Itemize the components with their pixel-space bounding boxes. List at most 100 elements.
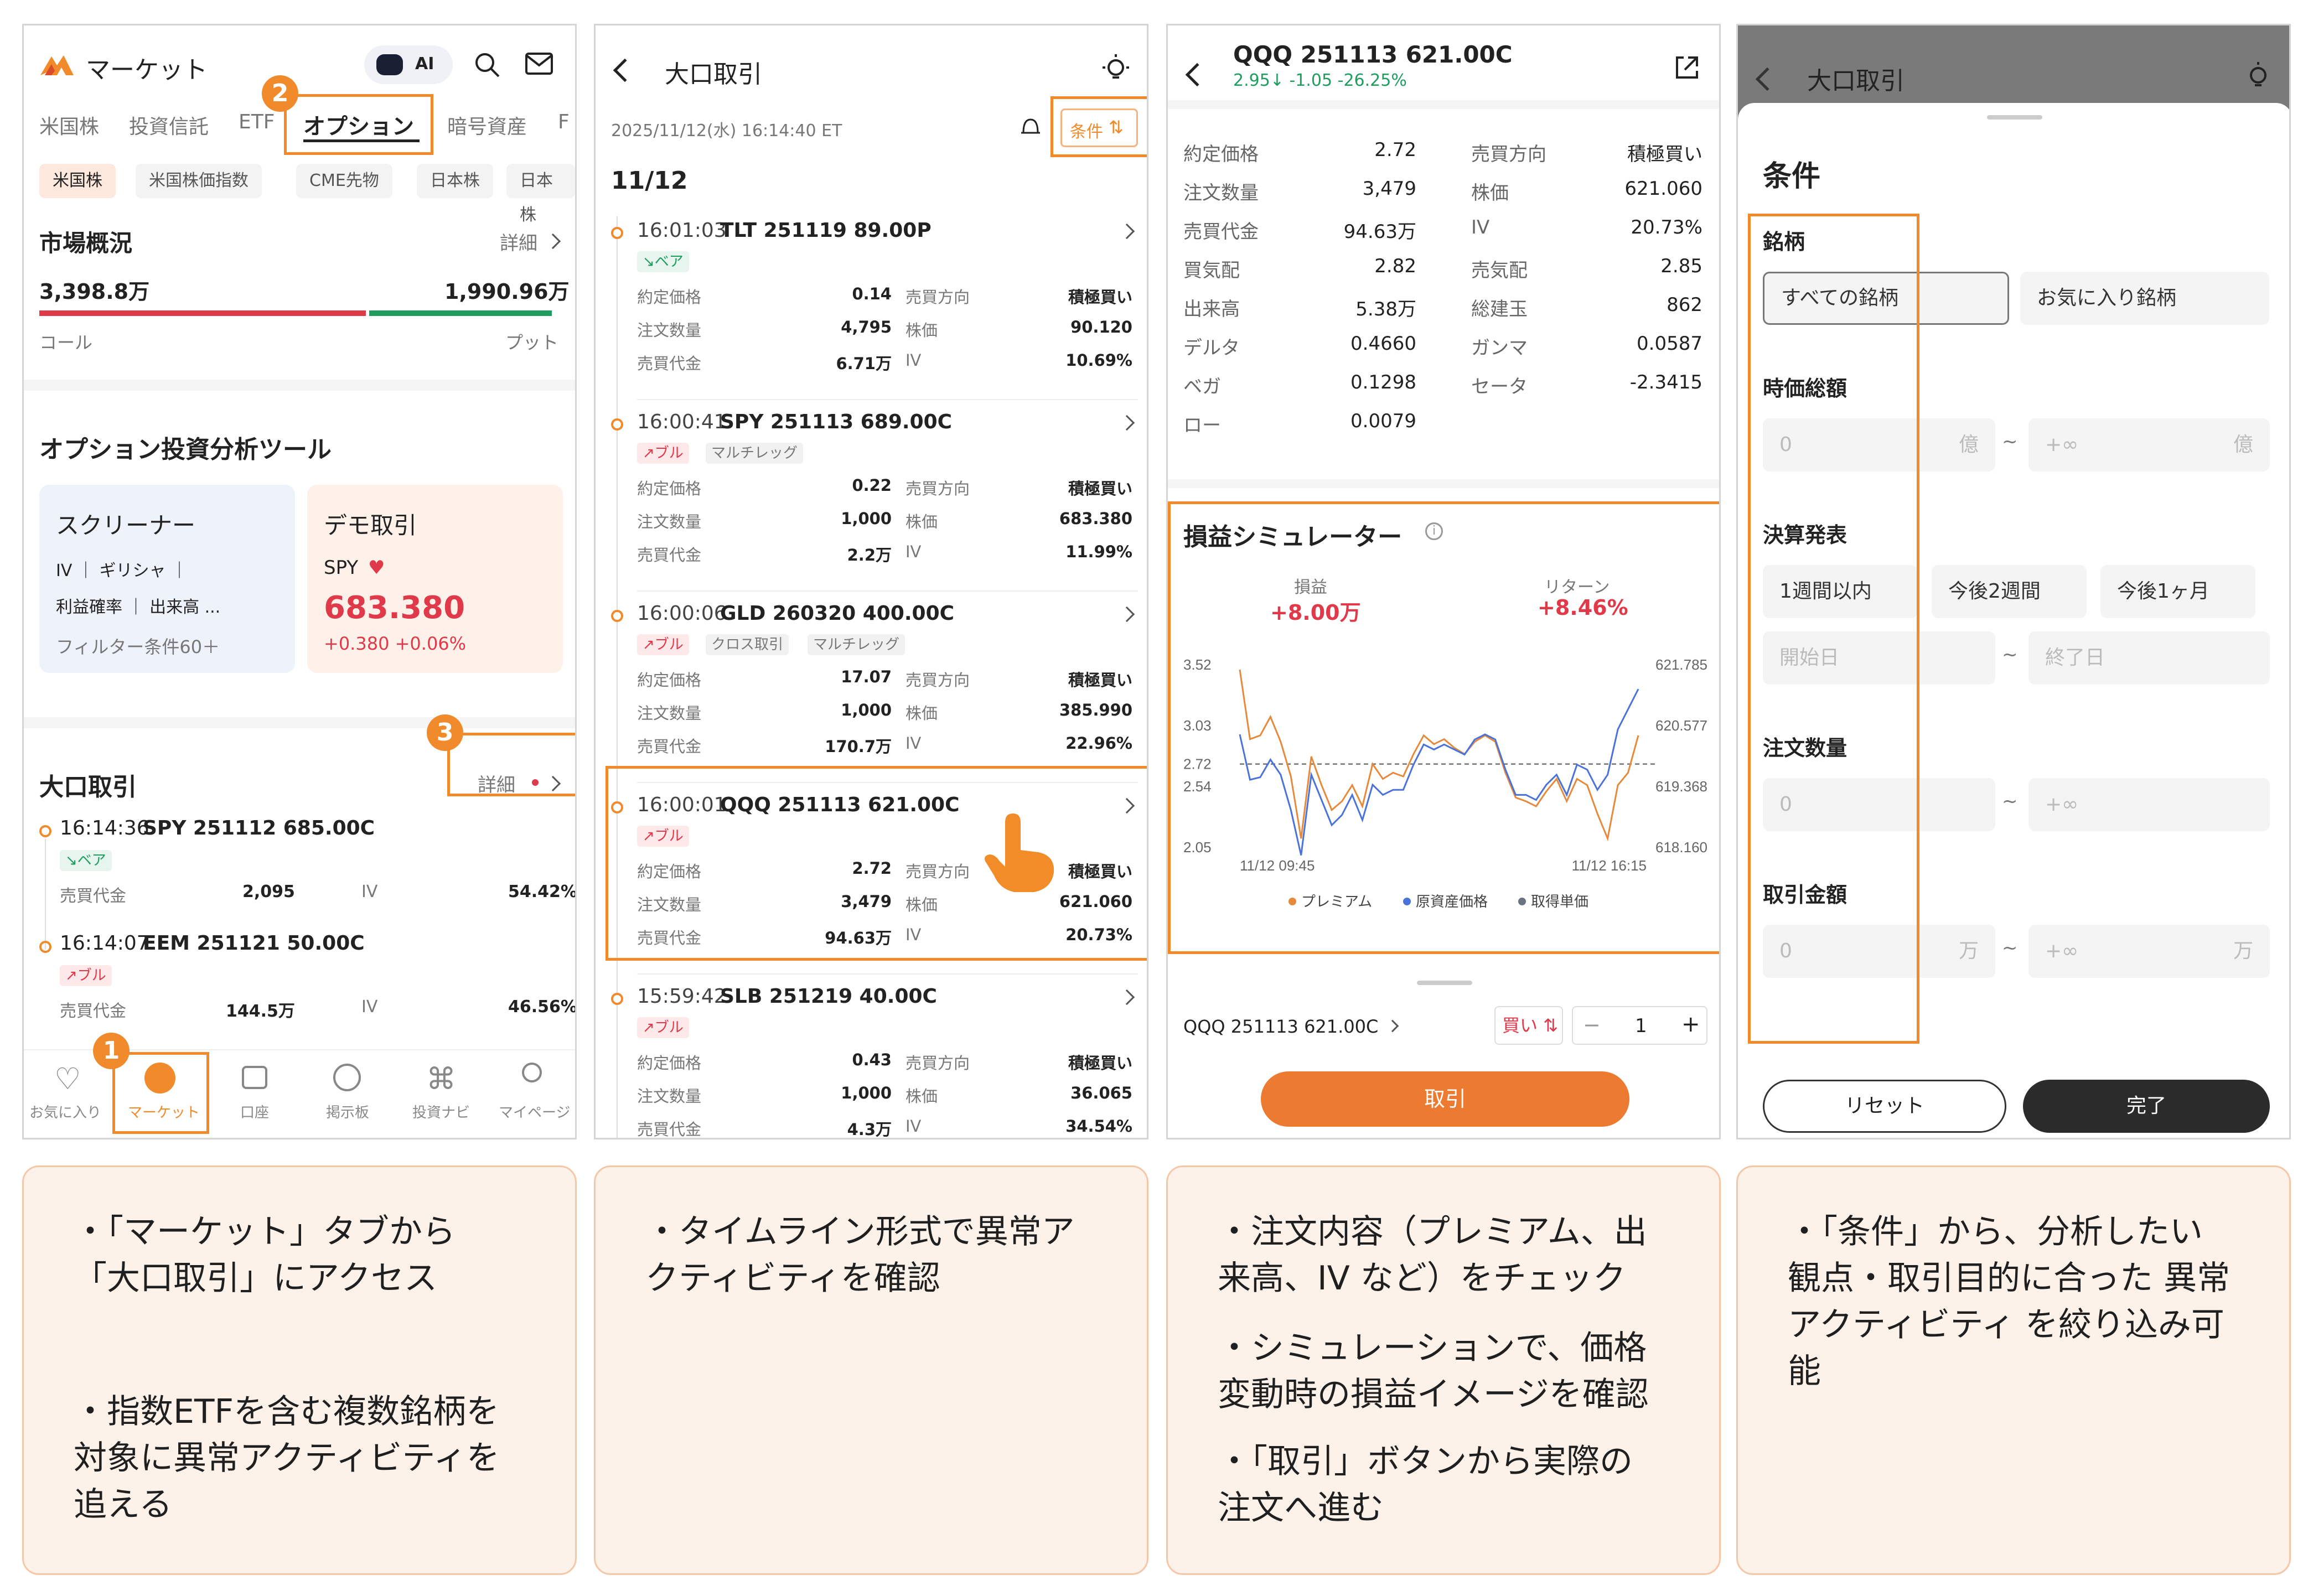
tab-funds[interactable]: 投資信託 xyxy=(129,111,209,139)
nav-mypage[interactable]: マイページ xyxy=(489,1050,575,1138)
range-tilde: ~ xyxy=(2002,431,2018,453)
field-label: ガンマ xyxy=(1471,337,1528,359)
field-label: デルタ xyxy=(1183,337,1240,359)
done-button[interactable]: 完了 xyxy=(2023,1080,2270,1133)
back-arrow-icon[interactable] xyxy=(1185,63,1209,87)
overview-detail-link[interactable]: 詳細 xyxy=(500,228,537,255)
field-value: 積極買い xyxy=(1068,671,1132,690)
caption-text: ・シミュレーションで、価格 変動時の損益イメージを確認 xyxy=(1218,1329,1649,1414)
list-item[interactable]: 16:14:36 SPY 251112 685.00C ↘ベア 売買代金 2,0… xyxy=(60,817,575,916)
sheet-handle[interactable] xyxy=(1987,115,2042,120)
trade-card[interactable]: 16:00:06 GLD 260320 400.00C ↗ブル クロス取引 マルチレ… xyxy=(637,602,1138,779)
ai-button[interactable]: AI xyxy=(364,45,453,84)
chip-jp-stocks-2[interactable]: 日本株 xyxy=(506,164,575,225)
option-favorite-symbols[interactable]: お気に入り銘柄 xyxy=(2020,272,2269,325)
highlight-condition xyxy=(1050,96,1147,157)
field-label: ロー xyxy=(1183,414,1221,437)
field-value: 22.96% xyxy=(1065,734,1132,753)
qty-max-input[interactable]: +∞ xyxy=(2028,778,2270,831)
trade-card[interactable]: 15:59:42 SLB 251219 40.00C ↗ブル 約定価格 0.43 売買… xyxy=(637,985,1138,1138)
market-screen: マーケット AI 米国株 投資信託 ETF オプション 暗号資産 F 2 米国株… xyxy=(22,24,577,1139)
tag-label: マルチレッグ xyxy=(813,636,900,653)
demo-trade-card[interactable]: デモ取引 SPY ♥ 683.380 +0.380 +0.06% xyxy=(307,485,563,673)
trade-time: 16:00:06 xyxy=(637,602,727,625)
bell-icon[interactable] xyxy=(1019,115,1042,138)
call-put-bar-put xyxy=(369,310,552,316)
chip-us-index[interactable]: 米国株価指数 xyxy=(136,164,262,198)
lightbulb-icon[interactable] xyxy=(1099,52,1132,85)
field-label: 株価 xyxy=(905,704,938,723)
nav-account[interactable]: 口座 xyxy=(210,1050,298,1138)
order-contract-link[interactable]: QQQ 251113 621.00C xyxy=(1183,1016,1378,1037)
field-label: 約定価格 xyxy=(637,288,702,307)
chip-jp-stocks[interactable]: 日本株 xyxy=(417,164,493,198)
trade-name: SPY 251113 689.00C xyxy=(720,411,953,433)
page-title: 大口取引 xyxy=(665,60,762,89)
timeline-dot xyxy=(611,418,623,431)
field-label: IV xyxy=(905,734,922,753)
trade-card[interactable]: 16:01:03 TLT 251119 89.00P ↘ベア 約定価格 0.14 売買… xyxy=(637,219,1138,396)
input-placeholder: 終了日 xyxy=(2045,646,2105,669)
option-next-1-month[interactable]: 今後1ヶ月 xyxy=(2100,565,2255,618)
demo-change: +0.380 +0.06% xyxy=(324,633,467,654)
tab-us-stocks[interactable]: 米国株 xyxy=(39,111,99,139)
back-arrow-icon[interactable] xyxy=(1755,67,1779,91)
lightbulb-icon xyxy=(2242,60,2275,93)
chip-us-stocks[interactable]: 米国株 xyxy=(39,164,116,198)
tab-etf[interactable]: ETF xyxy=(239,111,275,133)
tag-gray: マルチレッグ xyxy=(706,443,804,464)
field-value: 積極買い xyxy=(1068,479,1132,498)
put-amount: 1,990.96万 xyxy=(444,279,570,304)
highlight-qqq-card xyxy=(606,766,1147,961)
screener-line-3: フィルター条件60＋ xyxy=(56,636,220,657)
tag-bull: ↗ブル xyxy=(637,1017,689,1038)
share-icon[interactable] xyxy=(1673,53,1701,82)
tag-label: ブル xyxy=(654,1019,684,1036)
caption-box-2: ・タイムライン形式で異常ア クティビティを確認 xyxy=(594,1165,1148,1575)
mail-icon[interactable] xyxy=(525,52,553,75)
search-icon[interactable] xyxy=(473,51,501,79)
drag-handle[interactable] xyxy=(1417,981,1472,985)
buy-select[interactable]: 買い ⇅ xyxy=(1494,1006,1563,1045)
iv-label: IV xyxy=(361,997,378,1017)
person-icon xyxy=(522,1063,542,1082)
field-value: 94.63万 xyxy=(1343,221,1416,243)
end-date-input[interactable]: 終了日 xyxy=(2028,631,2270,685)
reset-button[interactable]: リセット xyxy=(1763,1080,2006,1133)
trade-button[interactable]: 取引 xyxy=(1261,1071,1629,1127)
timeline-dot xyxy=(39,825,51,837)
trade-time: 16:14:36 xyxy=(60,817,149,840)
chip-cme-futures[interactable]: CME先物 xyxy=(296,164,392,198)
timeline-dot xyxy=(39,941,51,953)
nav-board[interactable]: 掲示板 xyxy=(303,1050,391,1138)
field-label: セータ xyxy=(1471,376,1528,398)
option-next-2-weeks[interactable]: 今後2週間 xyxy=(1932,565,2087,618)
field-label: 約定価格 xyxy=(637,479,702,498)
market-cap-max-input[interactable]: +∞ 億 xyxy=(2028,418,2270,471)
call-label: コール xyxy=(39,332,93,353)
back-arrow-icon[interactable] xyxy=(613,58,637,82)
option-label: お気に入り銘柄 xyxy=(2037,287,2177,309)
tab-more[interactable]: F xyxy=(558,111,570,133)
divider xyxy=(637,590,1138,592)
field-label: IV xyxy=(905,1117,922,1136)
tab-crypto[interactable]: 暗号資産 xyxy=(447,111,527,139)
quantity-stepper[interactable]: − 1 + xyxy=(1572,1006,1707,1045)
field-value: 2.2万 xyxy=(847,546,892,564)
amount-max-input[interactable]: +∞ 万 xyxy=(2028,925,2270,978)
screener-line-1: IV ｜ ギリシャ ｜ xyxy=(56,561,188,581)
field-label: IV xyxy=(905,351,922,370)
trade-name: TLT 251119 89.00P xyxy=(720,219,932,242)
field-value: 3,479 xyxy=(1362,178,1416,200)
screener-title: スクリーナー xyxy=(56,512,196,539)
trade-card[interactable]: 16:00:41 SPY 251113 689.00C ↗ブル マルチレッグ 約定価… xyxy=(637,411,1138,588)
sheet-title: 条件 xyxy=(1763,160,1821,193)
plus-icon[interactable]: + xyxy=(1681,1012,1700,1037)
page-title: マーケット xyxy=(86,56,208,84)
nav-invest-navi[interactable]: ⌘ 投資ナビ xyxy=(396,1050,484,1138)
list-item[interactable]: 16:14:07 EEM 251121 50.00C ↗ブル 売買代金 144.… xyxy=(60,932,575,1032)
minus-icon[interactable]: − xyxy=(1583,1013,1601,1037)
screener-card[interactable]: スクリーナー IV ｜ ギリシャ ｜ 利益確率 ｜ 出来高 ... フィルター条… xyxy=(39,485,295,673)
field-value: 5.38万 xyxy=(1355,298,1416,320)
nav-label: 掲示板 xyxy=(326,1105,370,1121)
